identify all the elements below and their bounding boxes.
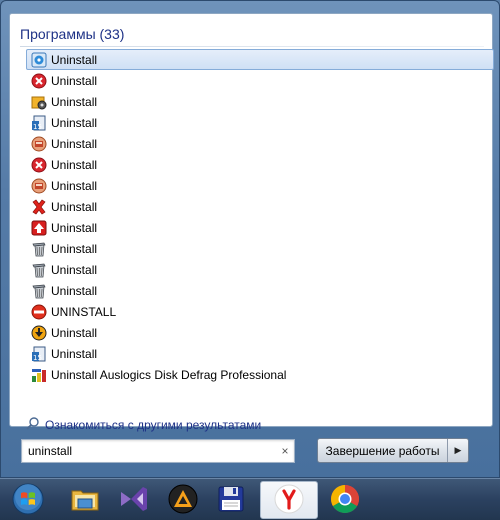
list-item[interactable]: Uninstall [26,259,494,280]
installer-15-icon: 15 [31,346,47,362]
list-item[interactable]: Uninstall [26,280,494,301]
clear-search-icon[interactable]: × [276,444,294,458]
list-item-label: Uninstall [51,325,98,340]
list-item-label: UNINSTALL [51,304,117,319]
red-up-arrow-icon [31,220,47,236]
list-item-label: Uninstall [51,115,98,130]
section-title-programs[interactable]: Программы (33) [20,26,124,42]
file-explorer-icon [69,483,101,518]
red-x-icon [31,199,47,215]
taskbar-chrome-button[interactable] [316,481,374,519]
windows-start-orb-icon [12,483,44,518]
aimp-player-icon [167,483,199,518]
svg-text:15: 15 [33,123,42,131]
list-item[interactable]: Uninstall [26,175,494,196]
list-item-label: Uninstall [51,136,98,151]
taskbar-yandex-button[interactable] [260,481,318,519]
trash-bin-icon [31,241,47,257]
search-results-panel: Программы (33) Uninstall Uninstall Unins… [9,13,494,432]
list-item-label: Uninstall [51,178,98,193]
svg-text:15: 15 [33,354,42,362]
trash-bin-icon [31,262,47,278]
chrome-browser-icon [329,483,361,518]
section-divider [20,46,484,47]
list-item-label: Uninstall Auslogics Disk Defrag Professi… [51,367,287,382]
list-item[interactable]: Uninstall [26,196,494,217]
list-item-label: Uninstall [51,73,98,88]
start-menu: Программы (33) Uninstall Uninstall Unins… [0,0,500,478]
list-item[interactable]: Uninstall [26,238,494,259]
list-item-label: Uninstall [51,220,98,235]
list-item-label: Uninstall [51,283,98,298]
yellow-gear-box-icon [31,94,47,110]
shutdown-options-arrow-icon[interactable]: ▶ [448,439,468,462]
list-item[interactable]: Uninstall [26,133,494,154]
trash-bin-icon [31,283,47,299]
list-item-label: Uninstall [51,262,98,277]
list-item[interactable]: UNINSTALL [26,301,494,322]
list-item-label: Uninstall [51,241,98,256]
no-entry-icon [31,304,47,320]
shutdown-button-group: Завершение работы ▶ [317,438,469,463]
list-item[interactable]: Uninstall [26,91,494,112]
results-list: Uninstall Uninstall Uninstall 15 Uninsta… [26,49,494,385]
yandex-browser-icon [273,483,305,518]
list-item-label: Uninstall [51,52,98,67]
list-item[interactable]: Uninstall Auslogics Disk Defrag Professi… [26,364,494,385]
taskbar [0,478,500,520]
list-item[interactable]: 15 Uninstall [26,112,494,133]
list-item-label: Uninstall [51,346,98,361]
visual-studio-icon [117,483,149,518]
floppy-disk-icon [215,483,247,518]
shutdown-button[interactable]: Завершение работы [318,439,447,462]
red-x-circle-icon [31,157,47,173]
list-item[interactable]: Uninstall [26,49,494,70]
uninstall-blue-disc-icon [31,52,47,68]
list-item[interactable]: Uninstall [26,217,494,238]
red-box-circle-icon [31,178,47,194]
list-item-label: Uninstall [51,157,98,172]
list-item-label: Uninstall [51,94,98,109]
see-more-results-label: Ознакомиться с другими результатами [45,417,262,432]
search-box[interactable]: × [21,439,295,463]
list-item[interactable]: Uninstall [26,154,494,175]
red-x-circle-icon [31,73,47,89]
disk-defrag-icon [31,367,47,383]
orange-down-arrow-icon [31,325,47,341]
list-item[interactable]: Uninstall [26,70,494,91]
start-button[interactable] [2,481,54,519]
list-item-label: Uninstall [51,199,98,214]
list-item[interactable]: Uninstall [26,322,494,343]
installer-15-icon: 15 [31,115,47,131]
list-item[interactable]: 15 Uninstall [26,343,494,364]
search-input[interactable] [28,444,276,458]
taskbar-floppy-app-button[interactable] [202,481,260,519]
see-more-results-link[interactable]: Ознакомиться с другими результатами [26,416,261,433]
red-box-circle-icon [31,136,47,152]
magnifier-icon [26,416,45,433]
